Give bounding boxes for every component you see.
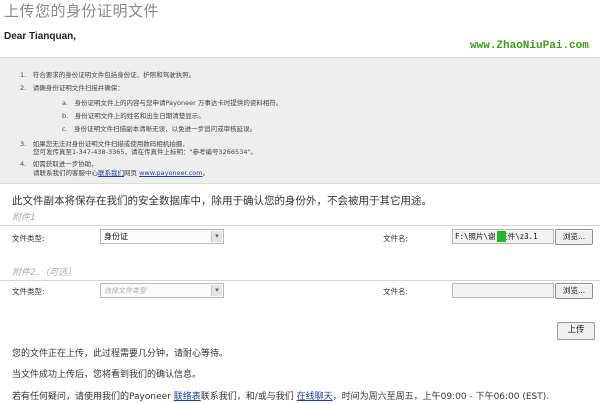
instruction-sub-b: b. 身份证明文件上的姓名和出生日期清楚显示。 xyxy=(62,112,205,120)
instruction-sub-c: c. 身份证明文件扫描副本清晰无误，以免进一步追问或审核延误。 xyxy=(62,125,257,133)
attachment-1-file-name-label: 文件名: xyxy=(383,234,409,243)
attachment-1-doc-type-label: 文件类型: xyxy=(12,234,45,243)
attachment-1-file-input[interactable]: F:\照片\谢 证件\z3.1 xyxy=(452,229,554,244)
redaction-mark xyxy=(497,231,506,242)
instruction-item-4-line-2: 请联系我们的客服中心联系我们网页 www.payoneer.com。 xyxy=(33,167,209,177)
page-title: 上传您的身份证明文件 xyxy=(4,2,160,20)
instruction-item-1: 1. 符合要求的身份证明文件包括身份证、护照和驾驶执照。 xyxy=(20,71,196,79)
footer-suffix: ，时间为周六至周五，上午09:00 - 下午06:00 (EST). xyxy=(332,392,550,402)
upload-status-message: 您的文件正在上传，此过程需要几分钟，请耐心等待。 xyxy=(12,349,229,359)
attachment-1-browse-button[interactable]: 浏览... xyxy=(555,229,593,245)
help-footer: 若有任何疑问，请使用我们的Payoneer 联络表联系我们，和/或与我们 在线聊… xyxy=(12,389,549,402)
payoneer-url-link[interactable]: www.payoneer.com xyxy=(139,169,203,177)
attachment-2-title: 附件2．（可选） xyxy=(12,268,77,278)
attachment-2-doc-type-select[interactable]: 选择文件类型 ▾ xyxy=(100,283,224,298)
instruction-item-4-end: 。 xyxy=(202,169,210,177)
attachment-1-doc-type-select[interactable]: 身份证 ▾ xyxy=(100,229,224,244)
attachment-2-file-input[interactable] xyxy=(452,283,554,298)
chevron-down-icon: ▾ xyxy=(211,231,222,242)
upload-button[interactable]: 上传 xyxy=(557,322,595,340)
instruction-item-3-line-2: 您可发传真至1-347-438-3365，请在传真件上标明："参考编号32665… xyxy=(33,148,257,156)
live-chat-link[interactable]: 在线聊天 xyxy=(297,392,333,402)
privacy-notice: 此文件副本将保存在我们的安全数据库中，除用于确认您的身份外，不会被用于其它用途。 xyxy=(12,195,432,207)
attachment-1-header: 附件1 xyxy=(0,209,600,226)
footer-middle: 联系我们，和/或与我们 xyxy=(200,392,297,402)
attachment-2-file-name-label: 文件名: xyxy=(383,287,409,296)
attachment-2-browse-button[interactable]: 浏览... xyxy=(555,283,593,299)
contact-form-link[interactable]: 联络表 xyxy=(174,392,201,402)
attachment-2-header: 附件2．（可选） xyxy=(0,264,600,281)
watermark-text: www.ZhaoNiuPai.com xyxy=(470,40,589,52)
instructions-box: 1. 符合要求的身份证明文件包括身份证、护照和驾驶执照。 2. 请确身份证明文件… xyxy=(0,57,600,184)
instruction-item-2: 2. 请确身份证明文件扫描并确保： xyxy=(20,84,124,92)
attachment-2-doc-type-label: 文件类型: xyxy=(12,287,45,296)
instruction-item-4-prefix: 请联系我们的客服中心 xyxy=(33,169,98,177)
attachment-2-doc-type-placeholder: 选择文件类型 xyxy=(104,287,146,295)
attachment-1-title: 附件1 xyxy=(12,213,36,223)
instruction-item-4-mid: 网页 xyxy=(124,169,140,177)
attachment-1-doc-type-value: 身份证 xyxy=(104,232,128,241)
chevron-down-icon: ▾ xyxy=(211,285,222,296)
footer-prefix: 若有任何疑问，请使用我们的Payoneer xyxy=(12,392,174,402)
upload-confirmation-message: 当文件成功上传后，您将看到我们的确认信息。 xyxy=(12,370,202,380)
instruction-sub-a: a. 身份证明文件上的内容与您申请Payoneer 万事达卡时提供的资料相符。 xyxy=(62,99,283,107)
greeting: Dear Tianquan, xyxy=(4,31,77,42)
contact-us-link[interactable]: 联系我们 xyxy=(98,169,124,177)
